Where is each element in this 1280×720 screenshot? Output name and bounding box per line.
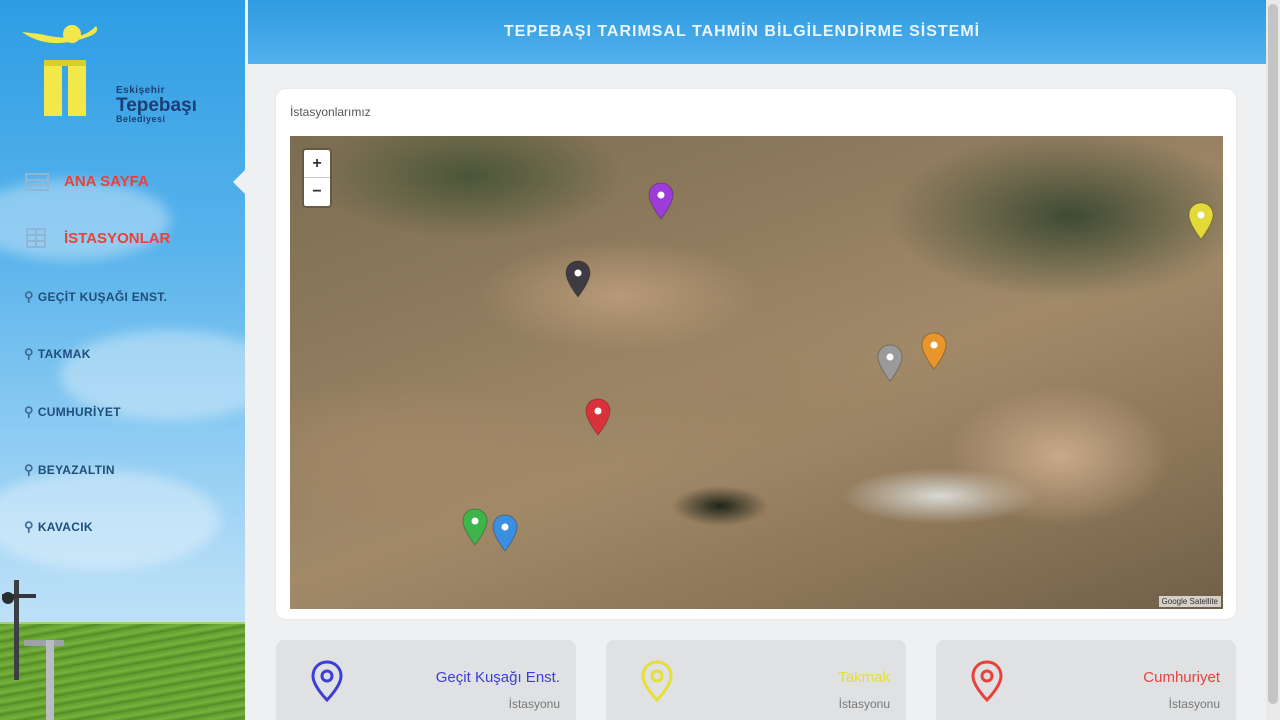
zoom-out-button[interactable]: −	[304, 178, 330, 205]
map-marker-yellow[interactable]	[1188, 202, 1214, 240]
map-attribution: Google Satellite	[1158, 596, 1221, 607]
map-pin-icon	[648, 182, 674, 220]
map-marker-dark[interactable]	[565, 260, 591, 298]
logo-text: Eskişehir Tepebaşı Belediyesi	[116, 86, 197, 124]
sidebar-item-cumhuriyet[interactable]: ⚲ CUMHURİYET	[24, 404, 121, 420]
map-pin-icon	[492, 514, 518, 552]
station-card-cumhuriyet[interactable]: Cumhuriyet İstasyonu	[936, 640, 1236, 720]
nav-istasyonlar-label: İSTASYONLAR	[64, 229, 171, 247]
map-pin-icon	[921, 332, 947, 370]
station-card-name: Cumhuriyet	[1143, 669, 1220, 686]
sidebar: Eskişehir Tepebaşı Belediyesi ANA SAYFA …	[0, 0, 245, 720]
map-marker-blue[interactable]	[492, 514, 518, 552]
map-section-title: İstasyonlarımız	[290, 105, 371, 119]
sidebar-item-label: GEÇİT KUŞAĞI ENST.	[37, 290, 168, 304]
map-marker-purple[interactable]	[648, 182, 674, 220]
map-pin-icon	[1188, 202, 1214, 240]
location-pin-icon	[640, 660, 674, 703]
weather-station-arm	[24, 640, 64, 646]
sidebar-item-label: KAVACIK	[37, 520, 93, 534]
station-card-subtitle: İstasyonu	[1168, 697, 1220, 711]
location-pin-icon: ⚲	[24, 462, 34, 477]
logo-line2: Tepebaşı	[116, 95, 197, 116]
map-pin-icon	[565, 260, 591, 298]
map-marker-green[interactable]	[462, 508, 488, 546]
sidebar-item-takmak[interactable]: ⚲ TAKMAK	[24, 346, 91, 362]
map-marker-red[interactable]	[585, 398, 611, 436]
page-header: TEPEBAŞI TARIMSAL TAHMİN BİLGİLENDİRME S…	[248, 0, 1266, 64]
map-marker-orange[interactable]	[921, 332, 947, 370]
tepebasi-logo[interactable]: Eskişehir Tepebaşı Belediyesi	[20, 22, 200, 124]
station-card-takmak[interactable]: Takmak İstasyonu	[606, 640, 906, 720]
station-card-name: Geçit Kuşağı Enst.	[435, 669, 560, 686]
map-pin-icon	[877, 344, 903, 382]
nav-ana-sayfa[interactable]: ANA SAYFA	[24, 170, 149, 192]
map-marker-gray[interactable]	[877, 344, 903, 382]
page-title: TEPEBAŞI TARIMSAL TAHMİN BİLGİLENDİRME S…	[503, 23, 981, 40]
location-pin-icon: ⚲	[24, 404, 34, 419]
location-pin-icon	[970, 660, 1004, 703]
map-pin-icon	[585, 398, 611, 436]
station-card-gecit-kusagi[interactable]: Geçit Kuşağı Enst. İstasyonu	[276, 640, 576, 720]
home-icon	[24, 170, 50, 192]
sidebar-item-kavacik[interactable]: ⚲ KAVACIK	[24, 519, 93, 535]
station-card-subtitle: İstasyonu	[508, 697, 560, 711]
active-nav-indicator	[233, 170, 245, 194]
sidebar-item-label: TAKMAK	[37, 347, 91, 361]
location-pin-icon: ⚲	[24, 346, 34, 361]
station-card-name: Takmak	[838, 669, 890, 686]
scrollbar-thumb[interactable]	[1268, 4, 1278, 704]
satellite-map[interactable]: + − Google Satellite	[290, 136, 1223, 609]
location-pin-icon: ⚲	[24, 519, 34, 534]
nav-istasyonlar[interactable]: İSTASYONLAR	[24, 227, 170, 249]
nav-ana-sayfa-label: ANA SAYFA	[64, 172, 149, 190]
logo-line3: Belediyesi	[116, 114, 166, 124]
map-card: İstasyonlarımız + − Google Satellite	[276, 89, 1236, 619]
location-pin-icon	[310, 660, 344, 703]
sidebar-item-label: BEYAZALTIN	[37, 463, 115, 477]
sidebar-item-label: CUMHURİYET	[37, 405, 121, 419]
stations-icon	[24, 227, 50, 249]
sidebar-item-gecit-kusagi[interactable]: ⚲ GEÇİT KUŞAĞI ENST.	[24, 289, 167, 305]
map-pin-icon	[462, 508, 488, 546]
location-pin-icon: ⚲	[24, 289, 34, 304]
station-card-subtitle: İstasyonu	[838, 697, 890, 711]
crop-field-image	[0, 624, 245, 720]
anemometer-cup	[2, 592, 14, 604]
zoom-control: + −	[302, 148, 332, 208]
zoom-in-button[interactable]: +	[304, 150, 330, 178]
sidebar-item-beyazaltin[interactable]: ⚲ BEYAZALTIN	[24, 462, 115, 478]
weather-station-pole	[46, 640, 54, 720]
